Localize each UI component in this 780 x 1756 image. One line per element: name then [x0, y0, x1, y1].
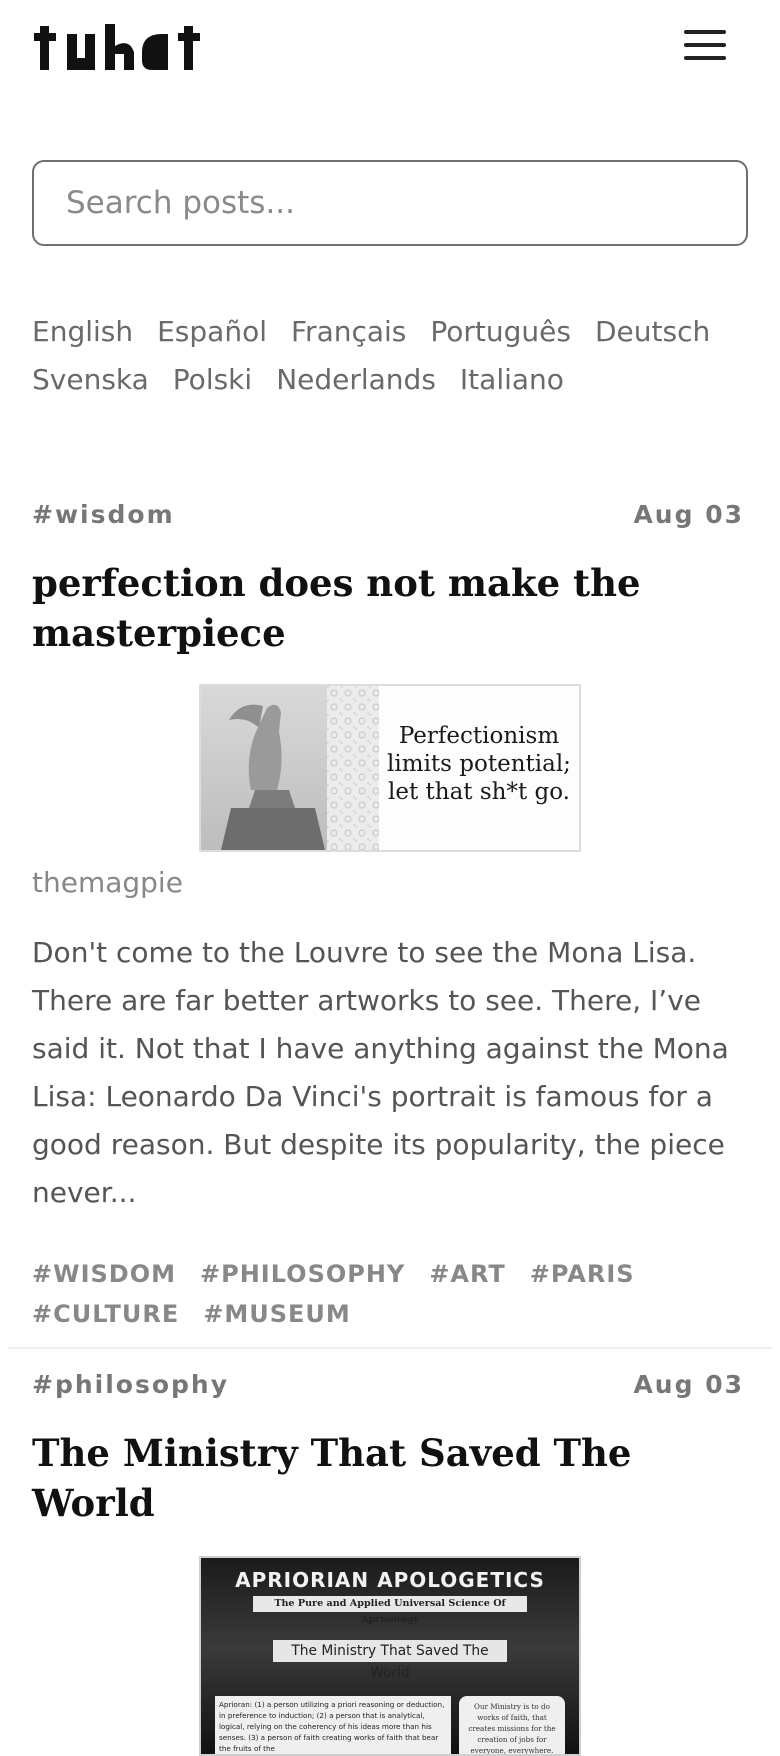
post-category-link[interactable]: #wisdom — [32, 500, 175, 529]
language-link-deutsch[interactable]: Deutsch — [595, 308, 710, 356]
language-link-italiano[interactable]: Italiano — [460, 356, 564, 404]
thumbnail-caption-line: Perfectionism — [398, 723, 560, 749]
language-list: English Español Français Português Deuts… — [32, 308, 752, 404]
thumbnail-side-text: Our Ministry is to do works of faith, th… — [459, 1696, 565, 1754]
thumbnail-body-text: Aprioran: (1) a person utilizing a prior… — [215, 1696, 451, 1754]
post-card: #philosophy Aug 03 The Ministry That Sav… — [0, 1370, 780, 1756]
post-date: Aug 03 — [633, 1370, 744, 1399]
hamburger-bar — [684, 56, 726, 60]
site-logo[interactable] — [34, 24, 206, 76]
post-tags: #WISDOM #PHILOSOPHY #ART #PARIS #CULTURE… — [32, 1257, 748, 1331]
tuhat-logo-icon — [34, 24, 200, 70]
post-thumbnail[interactable]: APRIORIAN APOLOGETICS The Pure and Appli… — [199, 1556, 581, 1756]
language-link-portugues[interactable]: Português — [430, 308, 571, 356]
post-meta: #wisdom Aug 03 — [32, 500, 748, 540]
hamburger-bar — [684, 43, 726, 47]
search-container — [32, 160, 748, 246]
language-link-svenska[interactable]: Svenska — [32, 356, 149, 404]
post-title[interactable]: The Ministry That Saved The World — [32, 1428, 748, 1528]
tag-link[interactable]: #PARIS — [530, 1257, 635, 1291]
hamburger-icon[interactable] — [684, 30, 732, 70]
tag-link[interactable]: #CULTURE — [32, 1297, 179, 1331]
language-link-english[interactable]: English — [32, 308, 133, 356]
post-author[interactable]: themagpie — [32, 866, 748, 899]
language-link-francais[interactable]: Français — [291, 308, 406, 356]
post-divider — [8, 1347, 772, 1349]
tag-link[interactable]: #MUSEUM — [203, 1297, 351, 1331]
thumbnail-caption: Perfectionism limits potential; let that… — [381, 722, 577, 806]
search-input[interactable] — [32, 160, 748, 246]
thumbnail-caption-line: limits potential; — [387, 751, 571, 777]
site-header — [0, 0, 780, 110]
tag-link[interactable]: #PHILOSOPHY — [200, 1257, 405, 1291]
language-link-nederlands[interactable]: Nederlands — [276, 356, 436, 404]
post-excerpt: Don't come to the Louvre to see the Mona… — [32, 936, 729, 1209]
post-thumbnail[interactable]: Perfectionism limits potential; let that… — [199, 684, 581, 852]
tag-link[interactable]: #WISDOM — [32, 1257, 176, 1291]
post-title[interactable]: perfection does not make the masterpiece — [32, 558, 748, 658]
thumbnail-heading: APRIORIAN APOLOGETICS — [235, 1568, 545, 1592]
thumbnail-banner: The Ministry That Saved The World — [273, 1640, 507, 1681]
thumbnail-caption-line: let that sh*t go. — [388, 779, 570, 805]
post-meta: #philosophy Aug 03 — [32, 1370, 748, 1410]
language-link-espanol[interactable]: Español — [157, 308, 267, 356]
post-date: Aug 03 — [633, 500, 744, 529]
language-link-polski[interactable]: Polski — [173, 356, 252, 404]
post-category-link[interactable]: #philosophy — [32, 1370, 229, 1399]
post-card: #wisdom Aug 03 perfection does not make … — [0, 500, 780, 1331]
tag-link[interactable]: #ART — [429, 1257, 505, 1291]
thumbnail-subheading: The Pure and Applied Universal Science O… — [253, 1596, 527, 1625]
hamburger-bar — [684, 30, 726, 34]
